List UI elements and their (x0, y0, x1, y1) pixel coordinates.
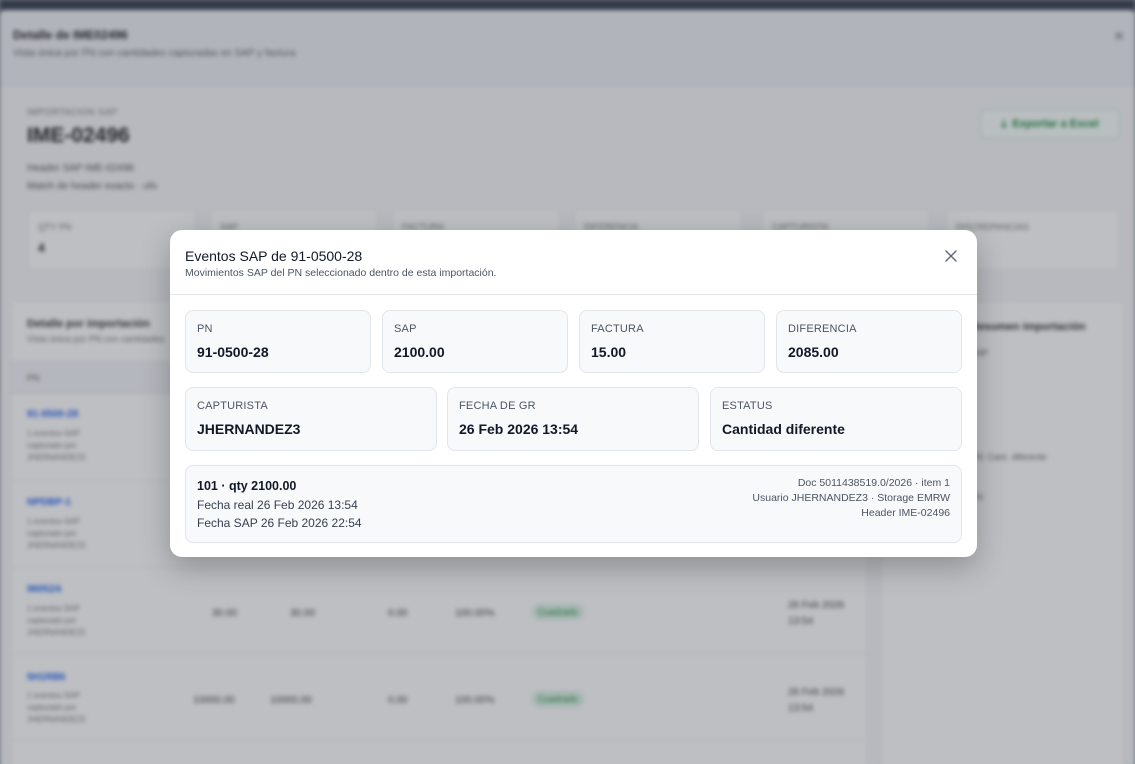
stat-value: 26 Feb 2026 13:54 (459, 421, 579, 437)
stat-value: 15.00 (591, 344, 627, 360)
stat-label: PN (197, 323, 213, 335)
stat-label: CAPTURISTA (197, 400, 268, 412)
stat-value: 2100.00 (394, 344, 445, 360)
stat-card-sap: SAP 2100.00 (382, 310, 568, 373)
close-icon (945, 250, 957, 262)
stat-card-diferencia: DIFERENCIA 2085.00 (776, 310, 962, 373)
modal-title: Eventos SAP de 91-0500-28 (185, 248, 363, 264)
stat-value: JHERNANDEZ3 (197, 421, 301, 437)
stat-label: SAP (394, 323, 417, 335)
stat-card-pn: PN 91-0500-28 (185, 310, 371, 373)
stat-label: FACTURA (591, 323, 644, 335)
sap-event-item: 101 · qty 2100.00 Fecha real 26 Feb 2026… (185, 465, 962, 543)
stat-label: DIFERENCIA (788, 323, 857, 335)
modal-subtitle: Movimientos SAP del PN seleccionado dent… (185, 267, 497, 279)
modal-header: Eventos SAP de 91-0500-28 Movimientos SA… (170, 230, 977, 295)
event-header: Header IME-02496 (861, 507, 950, 519)
event-usuario: Usuario JHERNANDEZ3 · Storage EMRW (752, 492, 950, 504)
event-fecha-sap: Fecha SAP 26 Feb 2026 22:54 (197, 516, 362, 530)
event-doc: Doc 5011438519.0/2026 · item 1 (797, 477, 950, 489)
event-fecha-real: Fecha real 26 Feb 2026 13:54 (197, 498, 358, 512)
stat-label: ESTATUS (722, 400, 773, 412)
sap-events-modal: Eventos SAP de 91-0500-28 Movimientos SA… (170, 230, 977, 557)
stat-label: FECHA DE GR (459, 400, 536, 412)
close-button[interactable] (941, 246, 961, 266)
stat-value: 2085.00 (788, 344, 839, 360)
stat-card-factura: FACTURA 15.00 (579, 310, 765, 373)
stat-card-fecha-gr: FECHA DE GR 26 Feb 2026 13:54 (447, 387, 699, 451)
stat-value: Cantidad diferente (722, 421, 845, 437)
stat-card-capturista: CAPTURISTA JHERNANDEZ3 (185, 387, 437, 451)
stat-card-estatus: ESTATUS Cantidad diferente (710, 387, 962, 451)
stat-value: 91-0500-28 (197, 344, 269, 360)
event-movement: 101 · qty 2100.00 (197, 479, 297, 493)
